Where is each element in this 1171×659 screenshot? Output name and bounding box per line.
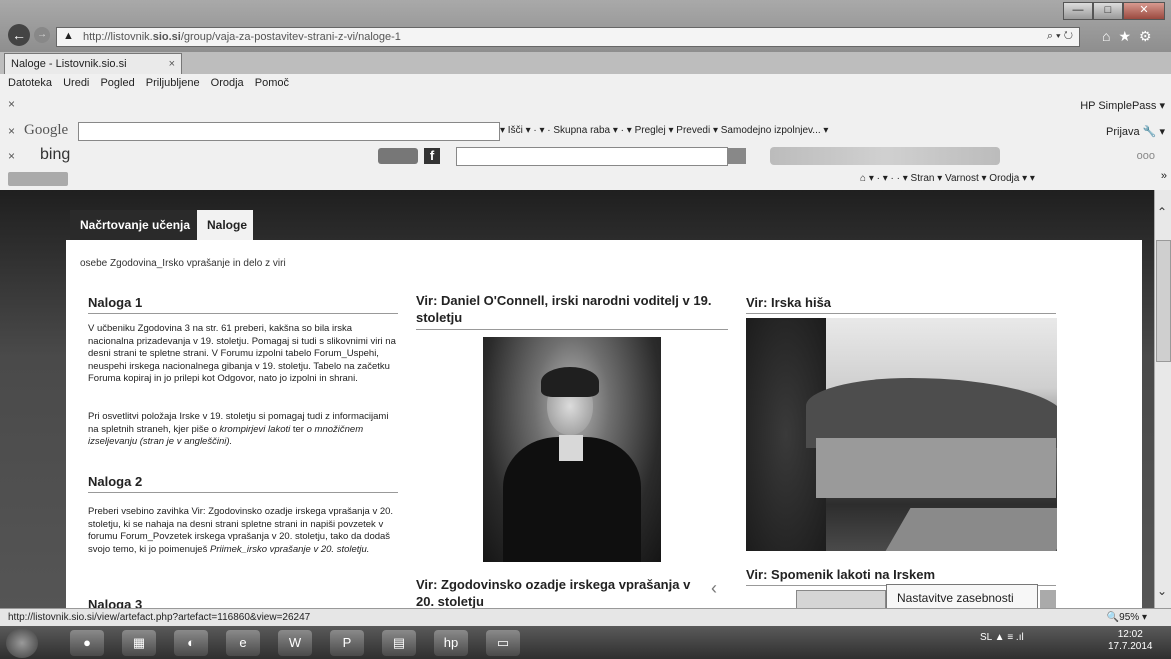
- minimize-button[interactable]: —: [1063, 2, 1093, 20]
- apps-taskbar-icon[interactable]: ▦: [122, 630, 156, 656]
- more-chevron-icon[interactable]: »: [1161, 170, 1167, 182]
- naloga2-text: Preberi vsebino zavihka Vir: Zgodovinsko…: [88, 506, 394, 555]
- files-taskbar-icon[interactable]: ▤: [382, 630, 416, 656]
- krompirjevi-lakoti-link[interactable]: krompirjevi lakoti: [220, 424, 291, 435]
- command-bar-items[interactable]: ⌂ ▾ · ▾ · · ▾ Stran ▾ Varnost ▾ Orodja ▾…: [860, 173, 1035, 184]
- bing-logo: bing: [40, 146, 71, 163]
- menu-priljubljene[interactable]: Priljubljene: [146, 74, 200, 92]
- home-favorites-tools-icons[interactable]: ⌂★⚙: [1102, 28, 1160, 45]
- menu-bar: Datoteka Uredi Pogled Priljubljene Orodj…: [0, 74, 1171, 92]
- status-bar: http://listovnik.sio.si/view/artefact.ph…: [0, 608, 1171, 627]
- naloga2-heading: Naloga 2: [88, 474, 398, 493]
- bing-search-input[interactable]: [456, 147, 728, 166]
- collapse-chevron-icon[interactable]: ‹: [711, 578, 717, 599]
- scroll-up-icon[interactable]: ⌃: [1157, 205, 1167, 219]
- vir-hisa-heading: Vir: Irska hiša: [746, 295, 1056, 314]
- bing-toolbar: × bing f ooo: [0, 144, 1171, 168]
- naloga1-text2: Pri osvetlitvi položaja Irske v 19. stol…: [88, 411, 389, 447]
- hp-taskbar-icon[interactable]: hp: [434, 630, 468, 656]
- window-taskbar-icon[interactable]: ▭: [486, 630, 520, 656]
- tab-nacrtovanje-ucenja[interactable]: Načrtovanje učenja: [70, 210, 210, 240]
- tab-title: Naloge - Listovnik.sio.si: [11, 58, 127, 70]
- chrome-taskbar-icon[interactable]: ●: [70, 630, 104, 656]
- vir-oconnell-heading: Vir: Daniel O'Connell, irski narodni vod…: [416, 292, 728, 330]
- publisher-taskbar-icon[interactable]: P: [330, 630, 364, 656]
- status-link: http://listovnik.sio.si/view/artefact.ph…: [8, 612, 311, 623]
- oconnell-portrait-image: [483, 337, 661, 562]
- scrollbar-thumb[interactable]: [1156, 240, 1171, 362]
- menu-datoteka[interactable]: Datoteka: [8, 74, 52, 92]
- menu-orodja[interactable]: Orodja: [211, 74, 244, 92]
- google-toolbar-items[interactable]: ▾ Išči ▾ · ▾ · Skupna raba ▾ · ▾ Preglej…: [500, 125, 828, 136]
- facebook-icon[interactable]: f: [424, 148, 440, 164]
- start-button-icon[interactable]: [6, 628, 38, 658]
- tab-naloge-active[interactable]: Naloge: [197, 210, 253, 240]
- forward-arrow-icon[interactable]: →: [34, 27, 50, 43]
- bing-addon-icon[interactable]: [378, 148, 418, 164]
- media-taskbar-icon[interactable]: ◐: [174, 630, 208, 656]
- page-description: osebe Zgodovina_Irsko vprašanje in delo …: [80, 258, 286, 269]
- tab-naloge[interactable]: Naloge - Listovnik.sio.si ×: [4, 53, 182, 74]
- tab-close-icon[interactable]: ×: [169, 54, 175, 74]
- maximize-button[interactable]: □: [1093, 2, 1123, 20]
- search-icon[interactable]: [728, 148, 746, 164]
- naloga1-text: V učbeniku Zgodovina 3 na str. 61 preber…: [88, 323, 396, 384]
- system-tray[interactable]: SL ▲ ≡ .ıl: [980, 632, 1024, 643]
- bing-toolbar-icons[interactable]: [770, 147, 1000, 165]
- address-controls[interactable]: ⌕ ▾ ↻: [1047, 30, 1073, 43]
- hp-simplepass-button[interactable]: HP SimplePass ▾: [1080, 99, 1165, 112]
- google-search-input[interactable]: [78, 122, 500, 141]
- google-logo: Google: [24, 122, 69, 138]
- url-text: http://listovnik.sio.si/group/vaja-za-po…: [83, 31, 401, 43]
- clock-time: 12:02: [1117, 629, 1143, 640]
- hp-toolbar: × HP SimplePass ▾: [0, 92, 1171, 118]
- address-bar[interactable]: ▲ http://listovnik.sio.si/group/vaja-za-…: [56, 27, 1080, 47]
- favorites-icons[interactable]: [8, 172, 68, 186]
- close-window-button[interactable]: ✕: [1123, 2, 1165, 20]
- menu-pogled[interactable]: Pogled: [100, 74, 134, 92]
- word-taskbar-icon[interactable]: W: [278, 630, 312, 656]
- toolbar-close-icon[interactable]: ×: [8, 97, 15, 111]
- irish-house-image: [746, 318, 1057, 551]
- google-toolbar: × Google ▾ Išči ▾ · ▾ · Skupna raba ▾ · …: [0, 118, 1171, 144]
- zoom-level[interactable]: 🔍95% ▾: [1107, 612, 1147, 623]
- page-icon: ▲: [63, 30, 74, 42]
- scroll-down-icon[interactable]: ⌄: [1157, 584, 1167, 598]
- ie-taskbar-icon[interactable]: e: [226, 630, 260, 656]
- clock-date: 17.7.2014: [1108, 641, 1153, 652]
- toolbar-close-icon[interactable]: ×: [8, 124, 15, 138]
- naloga1-heading: Naloga 1: [88, 295, 398, 314]
- menu-uredi[interactable]: Uredi: [63, 74, 89, 92]
- back-arrow-icon[interactable]: ←: [8, 24, 30, 46]
- window-controls: — □ ✕: [1063, 2, 1165, 20]
- command-bar: ⌂ ▾ · ▾ · · ▾ Stran ▾ Varnost ▾ Orodja ▾…: [0, 168, 1171, 191]
- prijava-button[interactable]: Prijava 🔧 ▾: [1106, 125, 1165, 138]
- famine-memorial-image-edge: [1040, 590, 1056, 610]
- toolbar-close-icon[interactable]: ×: [8, 149, 15, 163]
- menu-pomoc[interactable]: Pomoč: [255, 74, 289, 92]
- more-dots[interactable]: ooo: [1137, 150, 1155, 162]
- privacy-settings-popup[interactable]: Nastavitve zasebnosti: [886, 584, 1038, 610]
- clock[interactable]: 12:02 17.7.2014: [1108, 629, 1153, 653]
